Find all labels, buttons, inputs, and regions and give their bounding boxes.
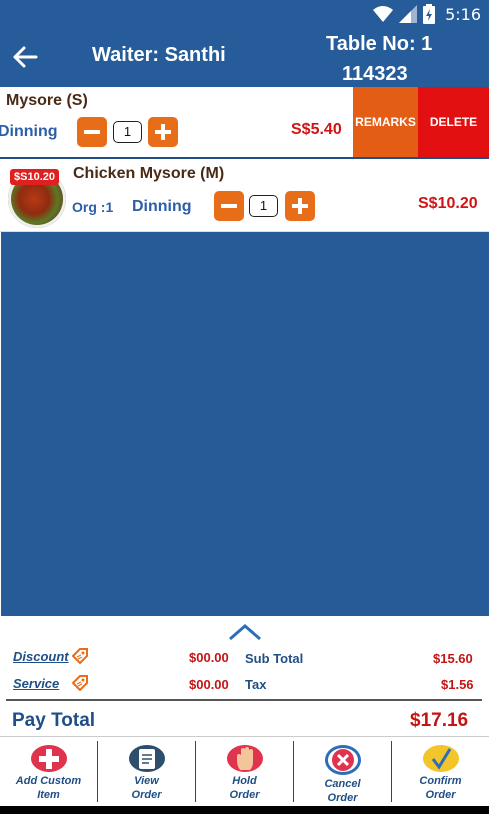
signal-icon [399,5,418,23]
pay-total-value: $17.16 [410,710,469,731]
tax-value: $1.56 [441,677,474,692]
item-dine-mode[interactable]: Dinning [0,123,58,141]
service-tag-icon[interactable] [72,675,88,691]
qty-minus-button[interactable] [214,191,244,221]
qty-field[interactable]: 1 [249,195,278,217]
hand-icon [226,745,263,772]
cancel-order-label-1: Cancel [324,778,361,790]
discount-tag-icon[interactable] [72,648,88,664]
nav-bar-strip [0,806,489,814]
status-bar: 5:16 [373,4,481,24]
plus-icon [292,198,308,214]
item-org-count: Org :1 [72,199,114,215]
order-number: 114323 [342,63,408,85]
item-dine-mode[interactable]: Dinning [132,198,192,216]
battery-icon [423,4,436,24]
delete-button[interactable]: DELETE [418,87,489,157]
hold-order-label-1: Hold [232,775,257,787]
chevron-up-icon[interactable] [227,622,263,642]
minus-icon [221,204,237,208]
status-time: 5:16 [445,4,481,24]
plus-icon [155,124,171,140]
back-arrow-icon[interactable] [10,42,40,72]
tax-label: Tax [245,677,267,692]
add-custom-item-button[interactable]: Add Custom Item [0,741,98,802]
table-number: Table No: 1 [326,33,433,55]
view-order-icon [128,745,165,772]
cancel-icon [324,745,361,775]
waiter-name: Waiter: Santhi [92,44,226,66]
remarks-button[interactable]: REMARKS [353,87,418,157]
item-price-tag: $S10.20 [10,169,59,185]
discount-label[interactable]: Discount [13,649,69,664]
hold-order-label-2: Order [229,789,260,801]
confirm-order-label-1: Confirm [419,775,462,787]
subtotal-label: Sub Total [245,651,304,666]
view-order-label-2: Order [131,789,162,801]
wifi-icon [373,6,394,22]
qty-plus-button[interactable] [285,191,315,221]
confirm-order-label-2: Order [425,789,456,801]
hold-order-button[interactable]: Hold Order [196,741,294,802]
discount-value: $00.00 [189,650,229,665]
view-order-label-1: View [134,775,159,787]
qty-plus-button[interactable] [148,117,178,147]
subtotal-value: $15.60 [433,651,473,666]
add-icon [30,745,67,772]
order-list-empty-area [1,232,489,616]
item-name: Mysore (S) [6,92,88,109]
item-price: S$5.40 [291,121,342,138]
confirm-order-button[interactable]: Confirm Order [392,741,489,802]
view-order-button[interactable]: View Order [98,741,196,802]
service-value: $00.00 [189,677,229,692]
order-item-row[interactable]: $S10.20 Chicken Mysore (M) Org :1 Dinnin… [0,160,489,232]
cancel-order-label-2: Order [327,792,358,804]
service-label[interactable]: Service [13,676,59,691]
checkmark-icon [422,745,459,772]
cancel-order-button[interactable]: Cancel Order [294,741,392,804]
qty-minus-button[interactable] [77,117,107,147]
summary-divider [6,699,482,701]
add-custom-label-2: Item [37,789,60,801]
order-item-row[interactable]: Mysore (S) Dinning 1 S$5.40 REMARKS DELE… [0,87,489,159]
qty-field[interactable]: 1 [113,121,142,143]
pay-total-label: Pay Total [12,710,96,731]
add-custom-label-1: Add Custom [15,775,82,787]
item-name: Chicken Mysore (M) [73,165,225,182]
item-price: S$10.20 [418,195,478,212]
bottom-action-bar: Add Custom Item View Order Hold Order Cance… [0,736,489,806]
app-header: 5:16 Waiter: Santhi Table No: 1 114323 [0,0,489,87]
minus-icon [84,130,100,134]
